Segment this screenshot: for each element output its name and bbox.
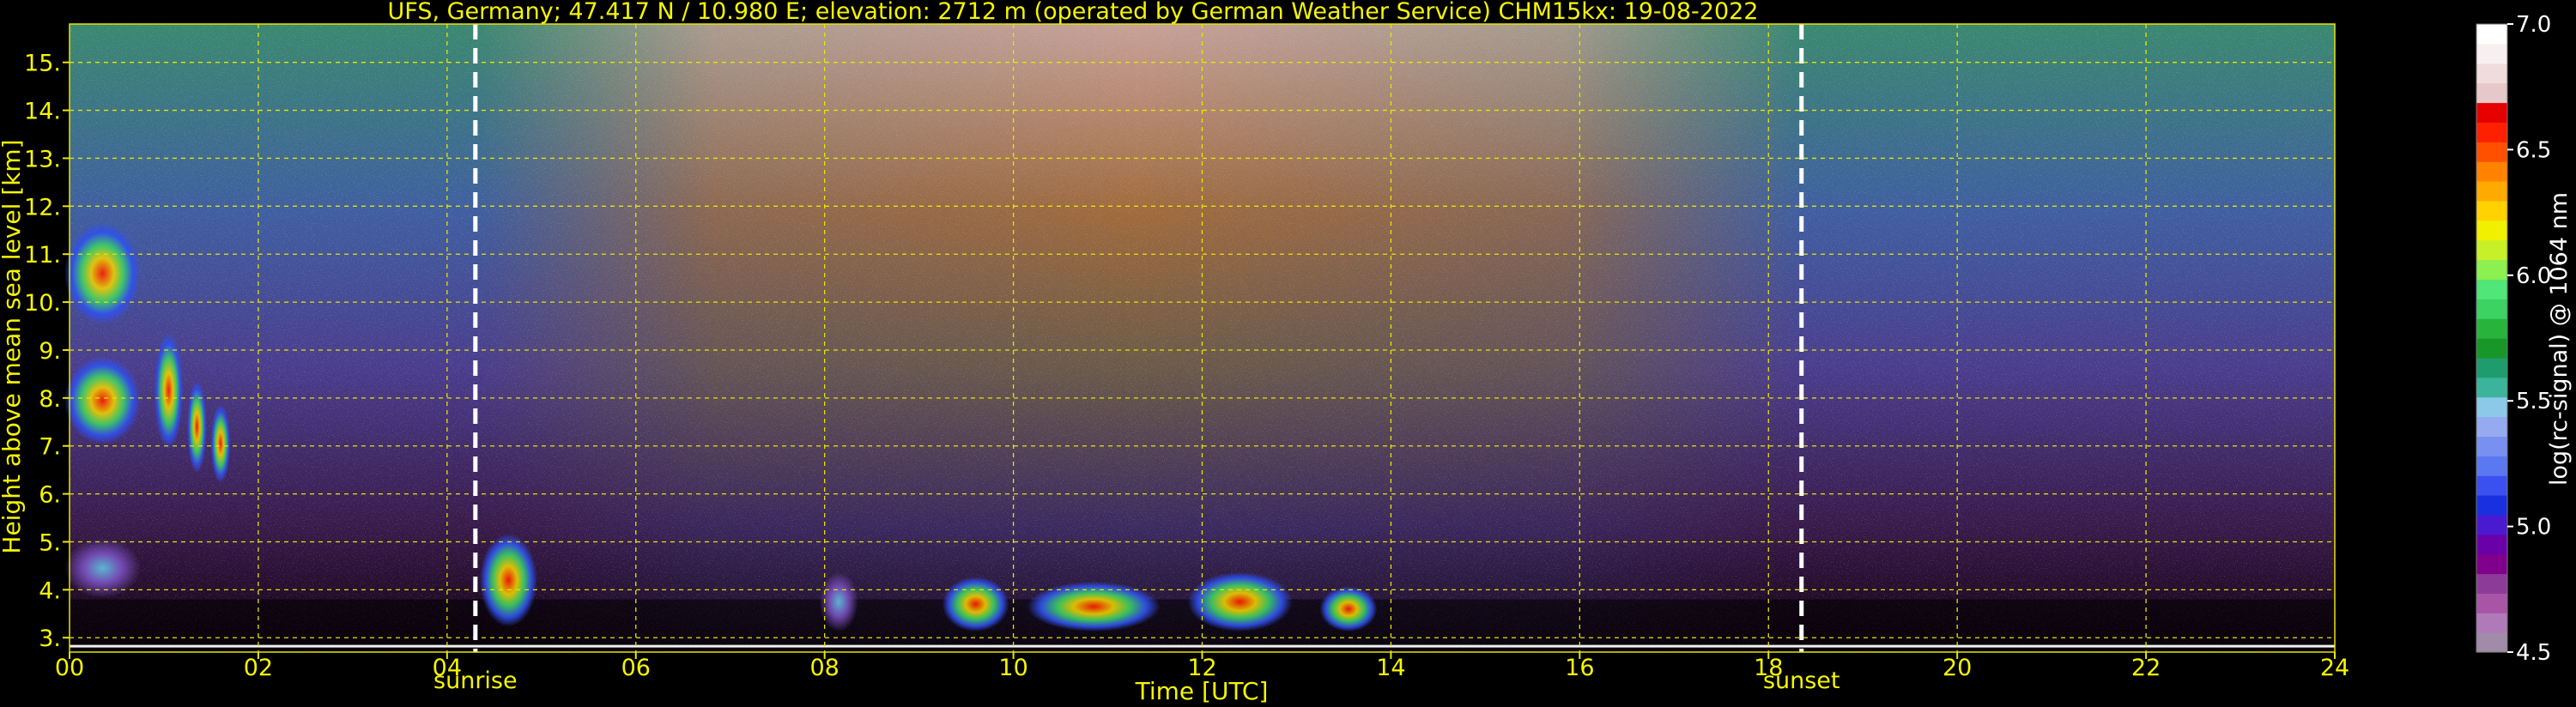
colorbar-segment — [2476, 142, 2507, 162]
y-axis-label: Height above mean sea level [km] — [0, 139, 26, 553]
colorbar: 4.55.05.56.06.57.0 — [2476, 12, 2551, 666]
x-tick-label: 08 — [809, 655, 839, 681]
x-tick-label: 24 — [2320, 655, 2349, 681]
colorbar-segment — [2476, 632, 2507, 653]
cloud-feature-3 — [186, 380, 207, 474]
colorbar-segment — [2476, 299, 2507, 319]
colorbar-segment — [2476, 102, 2507, 123]
colorbar-segment — [2476, 181, 2507, 202]
y-tick-label: 12. — [24, 194, 61, 221]
x-tick-label: 14 — [1376, 655, 1405, 681]
chart-title: UFS, Germany; 47.417 N / 10.980 E; eleva… — [388, 0, 1759, 25]
cloud-feature-8 — [942, 577, 1009, 632]
colorbar-segment — [2476, 396, 2507, 418]
x-tick-label: 22 — [2131, 655, 2161, 681]
colorbar-segment — [2476, 161, 2507, 182]
colorbar-tick-label: 4.5 — [2516, 640, 2551, 666]
y-tick-label: 11. — [24, 242, 61, 269]
y-tick-label: 15. — [24, 51, 61, 77]
colorbar-segment — [2476, 259, 2507, 280]
colorbar-segment — [2476, 357, 2507, 378]
x-tick-label: 20 — [1943, 655, 1972, 681]
colorbar-segment — [2476, 495, 2507, 516]
y-tick-label: 9. — [39, 338, 61, 365]
plot-area — [64, 24, 2335, 652]
colorbar-segment — [2476, 475, 2507, 496]
colorbar-segment — [2476, 573, 2507, 594]
colorbar-segment — [2476, 613, 2507, 633]
colorbar-segment — [2476, 122, 2507, 142]
cloud-feature-6 — [479, 533, 537, 627]
cloud-feature-7 — [819, 571, 858, 632]
cloud-feature-0 — [64, 221, 141, 325]
colorbar-segment — [2476, 200, 2507, 221]
x-tick-label: 06 — [621, 655, 651, 681]
cloud-feature-1 — [64, 356, 141, 445]
colorbar-segment — [2476, 377, 2507, 398]
colorbar-segment — [2476, 436, 2507, 456]
colorbar-segment — [2476, 514, 2507, 535]
colorbar-tick-label: 5.0 — [2516, 515, 2551, 541]
colorbar-segment — [2476, 220, 2507, 241]
colorbar-segment — [2476, 82, 2507, 104]
y-tick-label: 13. — [24, 146, 61, 172]
colorbar-segment — [2476, 43, 2507, 64]
colorbar-tick-label: 6.5 — [2516, 137, 2551, 163]
colorbar-tick-label: 7.0 — [2516, 12, 2551, 38]
colorbar-segment — [2476, 456, 2507, 476]
colorbar-label: log(rc-signal) @ 1064 nm — [2546, 192, 2573, 486]
colorbar-segment — [2476, 338, 2507, 359]
colorbar-segment — [2476, 24, 2507, 45]
colorbar-segment — [2476, 239, 2507, 261]
cloud-feature-5 — [64, 538, 141, 598]
x-tick-label: 00 — [55, 655, 84, 681]
y-tick-label: 8. — [39, 386, 61, 413]
cloud-feature-4 — [210, 404, 231, 483]
colorbar-segment — [2476, 279, 2507, 299]
x-axis-label: Time [UTC] — [1135, 677, 1269, 705]
y-tick-label: 14. — [24, 99, 61, 125]
y-tick-label: 10. — [24, 290, 61, 317]
colorbar-segment — [2476, 534, 2507, 555]
colorbar-segment — [2476, 318, 2507, 339]
x-tick-label: 18 — [1754, 655, 1783, 681]
y-tick-label: 4. — [39, 577, 61, 604]
y-tick-label: 3. — [39, 625, 61, 652]
colorbar-segment — [2476, 416, 2507, 437]
x-tick-label: 04 — [433, 655, 462, 681]
colorbar-segment — [2476, 553, 2507, 575]
y-tick-label: 6. — [39, 482, 61, 509]
y-tick-label: 7. — [39, 434, 61, 461]
colorbar-segment — [2476, 593, 2507, 613]
x-tick-label: 02 — [244, 655, 273, 681]
cloud-feature-9 — [1027, 581, 1161, 632]
x-tick-label: 10 — [998, 655, 1027, 681]
cloud-feature-11 — [1319, 586, 1378, 632]
cloud-feature-10 — [1187, 571, 1293, 632]
colorbar-segment — [2476, 63, 2507, 84]
ceilometer-chart: sunrise sunset 00 02 04 06 08 10 12 14 16 18 20 22 24… — [0, 0, 2573, 705]
x-tick-label: 16 — [1565, 655, 1594, 681]
y-tick-label: 5. — [39, 529, 61, 556]
